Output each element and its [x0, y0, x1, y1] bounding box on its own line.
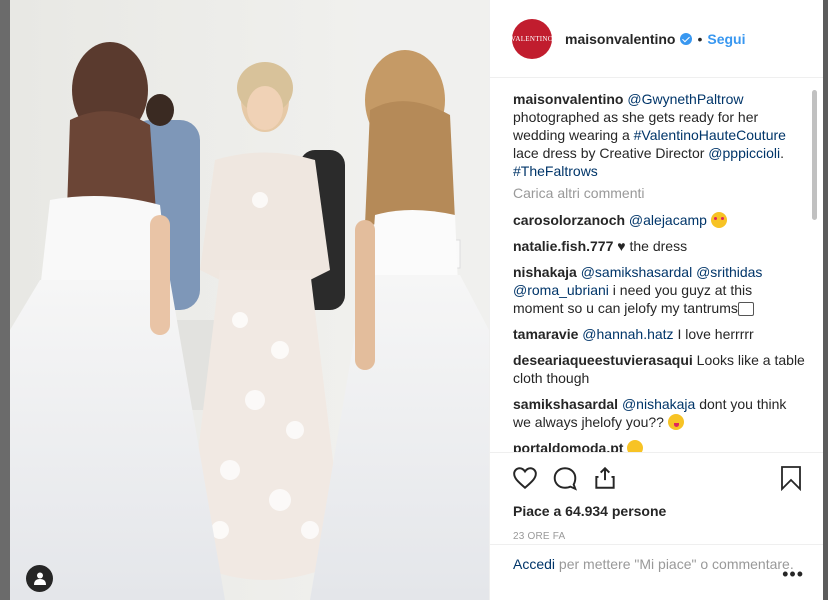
post-timestamp[interactable]: 23 ORE FA — [490, 531, 824, 542]
comment-item: samikshasardal @nishakaja dont you think… — [513, 395, 805, 431]
caption-hashtag-couture[interactable]: #ValentinoHauteCouture — [634, 127, 786, 143]
comment-username[interactable]: samikshasardal — [513, 396, 618, 412]
comment-username[interactable]: deseariaqueestuvierasaqui — [513, 352, 693, 368]
load-more-comments-button[interactable]: Carica altri commenti — [513, 184, 805, 202]
login-prompt-text: per mettere "Mi piace" o commentare. — [555, 556, 794, 572]
post-side-panel: VALENTINO maisonvalentino • Segui maison… — [489, 0, 824, 600]
window-edge — [823, 0, 828, 600]
follow-button[interactable]: Segui — [707, 31, 745, 47]
caption-username[interactable]: maisonvalentino — [513, 91, 623, 107]
comment-text: ♥ the dress — [613, 238, 688, 254]
author-username[interactable]: maisonvalentino — [565, 31, 675, 47]
post-caption: maisonvalentino @GwynethPaltrow photogra… — [513, 90, 805, 180]
comment-username[interactable]: carosolorzanoch — [513, 212, 625, 228]
more-options-icon[interactable]: ••• — [782, 565, 804, 583]
comment-mention[interactable]: @nishakaja — [622, 396, 695, 412]
post-photo[interactable] — [10, 0, 489, 600]
comment-username[interactable]: portaldomoda.pt — [513, 440, 623, 452]
comment-mention[interactable]: @hannah.hatz — [582, 326, 673, 342]
caption-mention-gwyneth[interactable]: @GwynethPaltrow — [627, 91, 743, 107]
tongue-emoji-icon — [667, 414, 684, 430]
avatar[interactable]: VALENTINO — [510, 18, 554, 59]
caption-text-3: . — [780, 145, 784, 161]
comment-item: deseariaqueestuvierasaqui Looks like a t… — [513, 351, 805, 387]
smiling-hearts-emoji-icon — [710, 212, 727, 228]
avatar-wordmark: VALENTINO — [510, 34, 554, 43]
caption-mention-piccioli[interactable]: @pppiccioli — [708, 145, 780, 161]
verified-badge-icon — [680, 32, 693, 45]
ticket-emoji-icon — [737, 302, 754, 316]
bookmark-icon[interactable] — [780, 465, 802, 491]
heart-icon[interactable] — [512, 465, 538, 491]
comment-mention[interactable]: @alejacamp — [629, 212, 707, 228]
likes-count[interactable]: Piace a 64.934 persone — [490, 503, 824, 519]
share-icon[interactable] — [592, 465, 618, 491]
clap-emoji-icon — [627, 440, 644, 452]
comment-item: tamaravie @hannah.hatz I love herrrrr — [513, 325, 805, 343]
caption-hashtag-faltrows[interactable]: #TheFaltrows — [513, 163, 598, 179]
wedding-photo-illustration — [10, 0, 489, 600]
author-username-text: maisonvalentino — [565, 30, 676, 47]
comment-item: carosolorzanoch @alejacamp — [513, 211, 805, 229]
comments-scrollbar[interactable] — [812, 90, 817, 220]
comment-username[interactable]: natalie.fish.777 — [513, 238, 613, 254]
person-glyph — [33, 572, 46, 585]
post-actions-section: Piace a 64.934 persone 23 ORE FA — [490, 452, 824, 542]
login-prompt: Accedi per mettere "Mi piace" o commenta… — [490, 544, 824, 583]
page-backdrop — [0, 0, 10, 600]
caption-text-2: lace dress by Creative Director — [513, 145, 709, 161]
comment-item: natalie.fish.777 ♥ the dress — [513, 237, 805, 255]
post-header: VALENTINO maisonvalentino • Segui — [490, 0, 824, 78]
comments-list: maisonvalentino @GwynethPaltrow photogra… — [513, 90, 805, 452]
comment-username[interactable]: nishakaja — [513, 264, 577, 280]
separator-dot: • — [697, 30, 703, 47]
comment-item: nishakaja @samikshasardal @srithidas @ro… — [513, 263, 805, 317]
user-tag-icon[interactable] — [26, 565, 53, 592]
comment-text: I love herrrrr — [673, 326, 754, 342]
comment-icon[interactable] — [552, 465, 578, 491]
login-link[interactable]: Accedi — [513, 556, 555, 572]
comment-item: portaldomoda.pt — [513, 439, 805, 452]
action-bar — [490, 453, 824, 503]
comment-username[interactable]: tamaravie — [513, 326, 578, 342]
